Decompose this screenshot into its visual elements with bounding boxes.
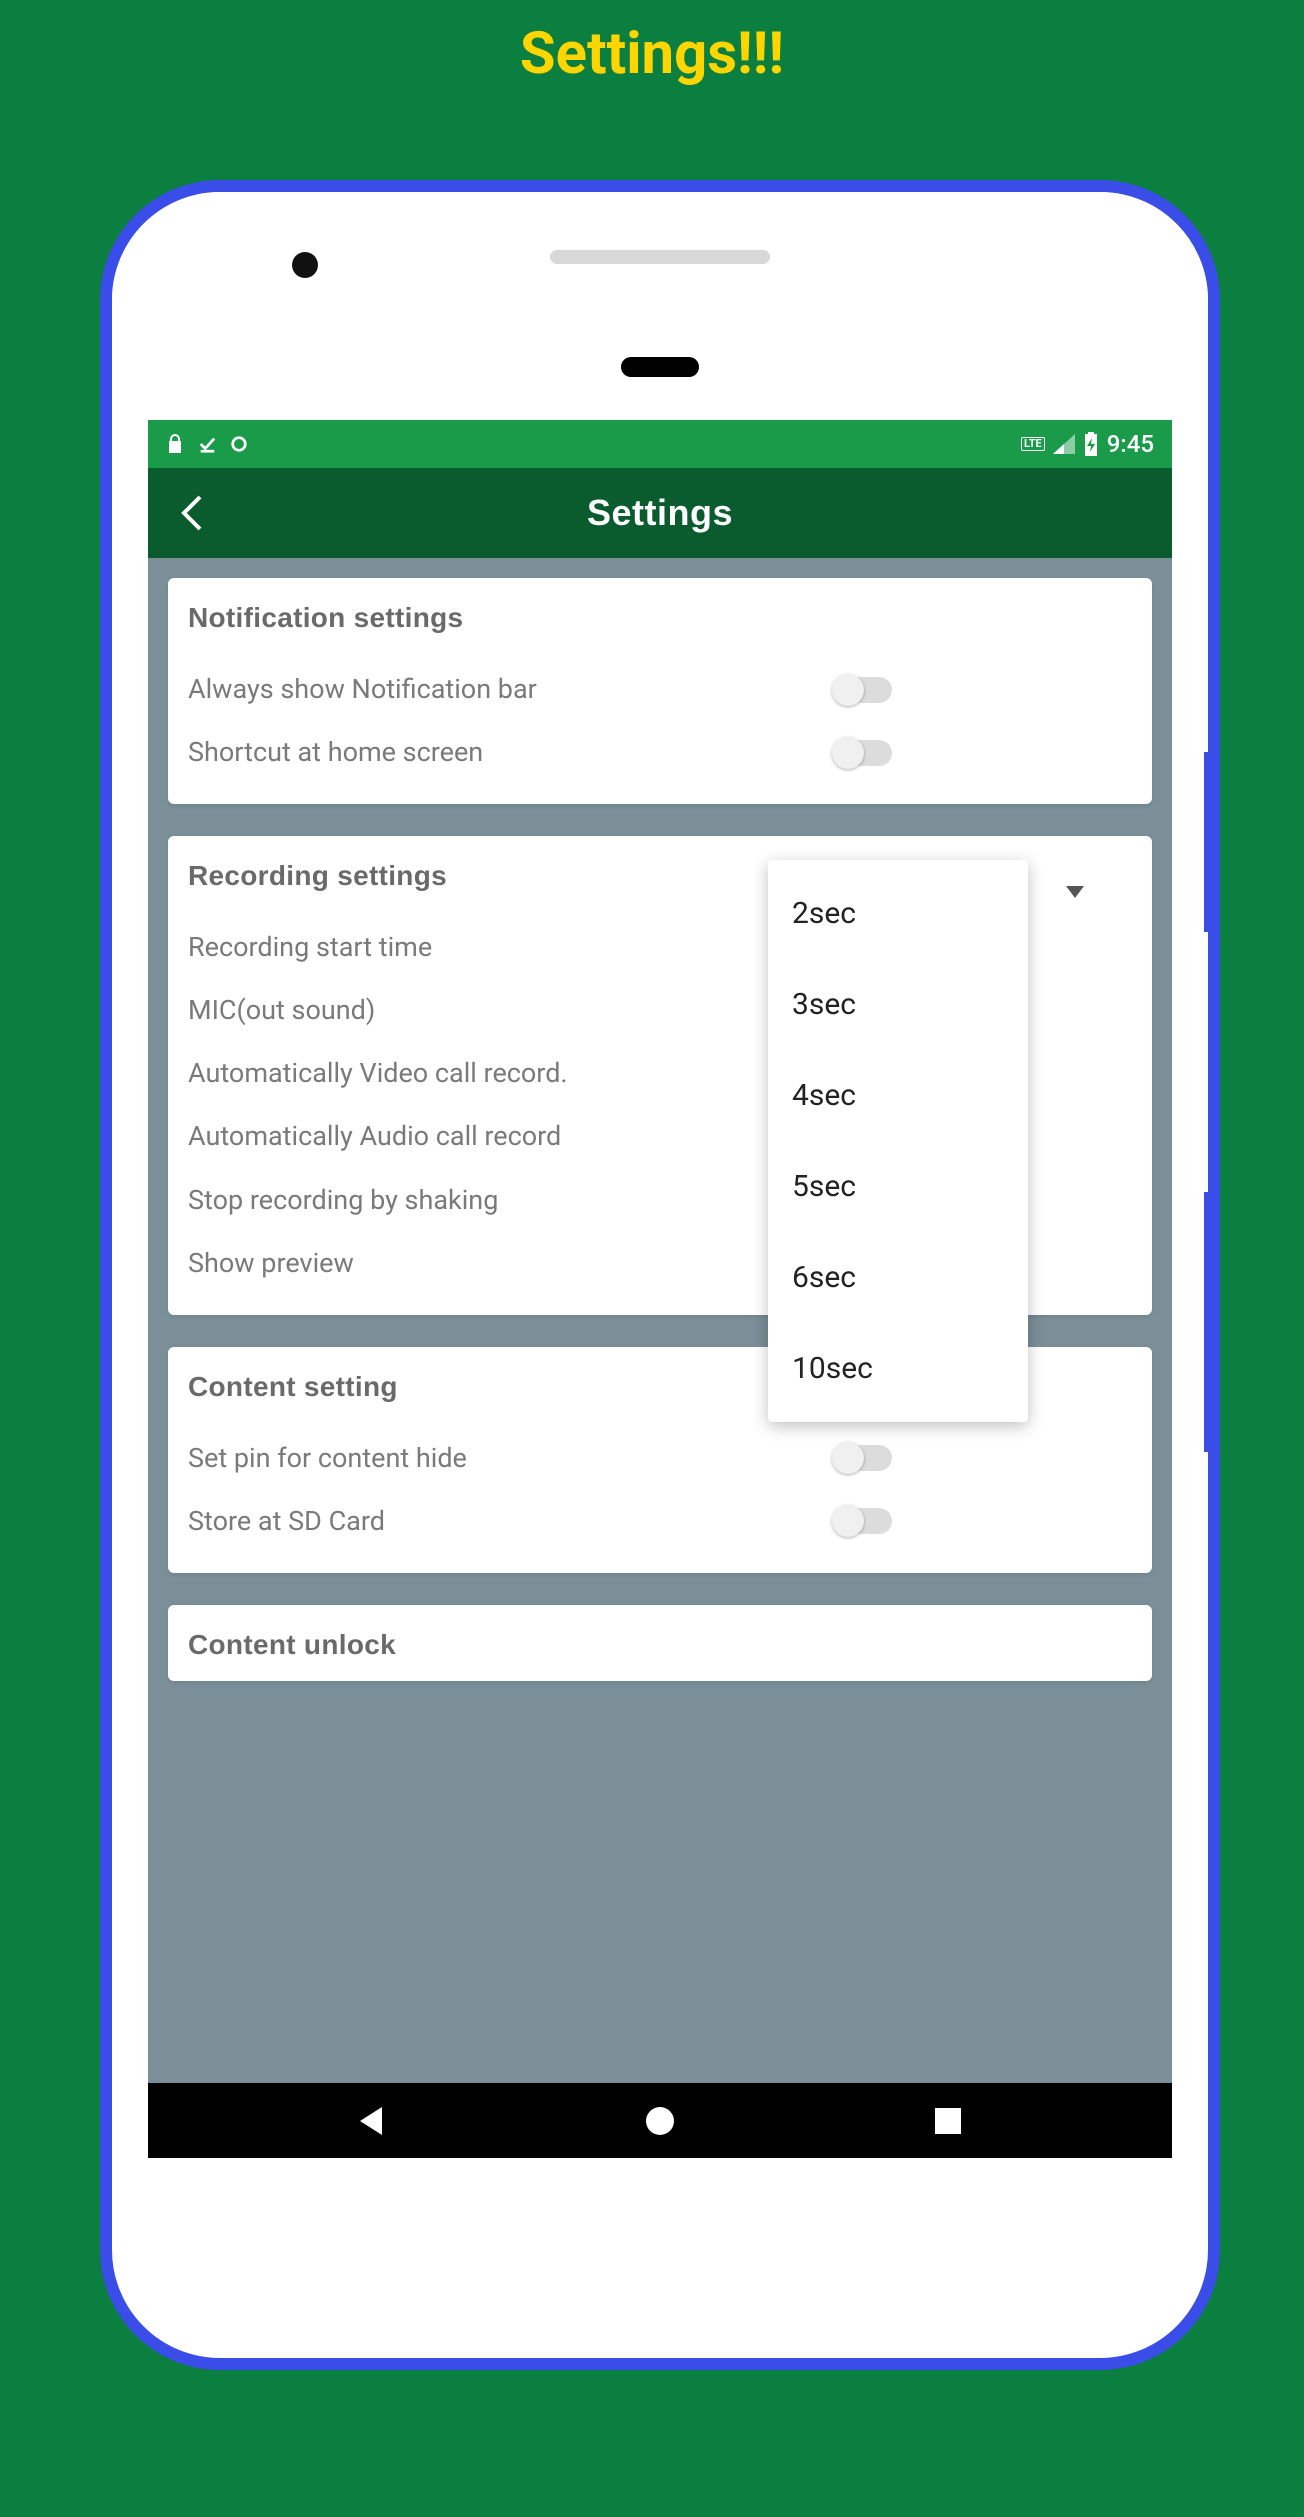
- clock-text: 9:45: [1107, 430, 1154, 458]
- toggle-switch[interactable]: [834, 1508, 892, 1534]
- dropdown-option[interactable]: 10sec: [768, 1323, 1028, 1414]
- page-title: Settings: [587, 492, 733, 534]
- circle-icon: [230, 433, 248, 455]
- nav-recent-icon[interactable]: [930, 2103, 966, 2139]
- toggle-switch[interactable]: [834, 740, 892, 766]
- dropdown-option[interactable]: 2sec: [768, 868, 1028, 959]
- section-title: Content unlock: [188, 1629, 1132, 1661]
- screen: LTE 9:45 Settings Notification settings …: [148, 420, 1172, 2158]
- camera-icon: [292, 252, 318, 278]
- content-area: Notification settings Always show Notifi…: [148, 558, 1172, 2083]
- dropdown-option[interactable]: 5sec: [768, 1141, 1028, 1232]
- toggle-switch[interactable]: [834, 1445, 892, 1471]
- battery-icon: [1083, 432, 1099, 456]
- app-bar: Settings: [148, 468, 1172, 558]
- dropdown-option[interactable]: 3sec: [768, 959, 1028, 1050]
- setting-row[interactable]: Always show Notification bar: [188, 658, 1132, 721]
- nav-bar: [148, 2083, 1172, 2158]
- content-unlock-card: Content unlock: [168, 1605, 1152, 1681]
- setting-row[interactable]: Shortcut at home screen: [188, 721, 1132, 784]
- nav-home-icon[interactable]: [642, 2103, 678, 2139]
- notification-settings-card: Notification settings Always show Notifi…: [168, 578, 1152, 804]
- phone-frame: LTE 9:45 Settings Notification settings …: [100, 180, 1220, 2370]
- toggle-switch[interactable]: [834, 677, 892, 703]
- dropdown-option[interactable]: 4sec: [768, 1050, 1028, 1141]
- phone-side-button: [1204, 1192, 1214, 1452]
- setting-label: Set pin for content hide: [188, 1441, 834, 1476]
- nav-back-icon[interactable]: [354, 2103, 390, 2139]
- promo-title: Settings!!!: [0, 0, 1304, 88]
- back-icon[interactable]: [178, 493, 208, 533]
- setting-row[interactable]: Store at SD Card: [188, 1490, 1132, 1553]
- speaker-icon: [550, 250, 770, 264]
- setting-label: Shortcut at home screen: [188, 735, 834, 770]
- phone-side-button: [1204, 752, 1214, 932]
- setting-label: Always show Notification bar: [188, 672, 834, 707]
- dropdown-menu: 2sec 3sec 4sec 5sec 6sec 10sec: [768, 860, 1028, 1422]
- lock-icon: [166, 433, 184, 455]
- dropdown-arrow-icon[interactable]: [1066, 886, 1084, 898]
- dropdown-option[interactable]: 6sec: [768, 1232, 1028, 1323]
- check-icon: [198, 433, 216, 455]
- lte-icon: LTE: [1021, 437, 1045, 451]
- signal-icon: [1053, 434, 1075, 454]
- section-title: Notification settings: [188, 602, 1132, 634]
- sensor-pill-icon: [621, 357, 699, 377]
- setting-row[interactable]: Set pin for content hide: [188, 1427, 1132, 1490]
- status-bar: LTE 9:45: [148, 420, 1172, 468]
- setting-label: Store at SD Card: [188, 1504, 834, 1539]
- phone-bezel-top: [112, 192, 1208, 372]
